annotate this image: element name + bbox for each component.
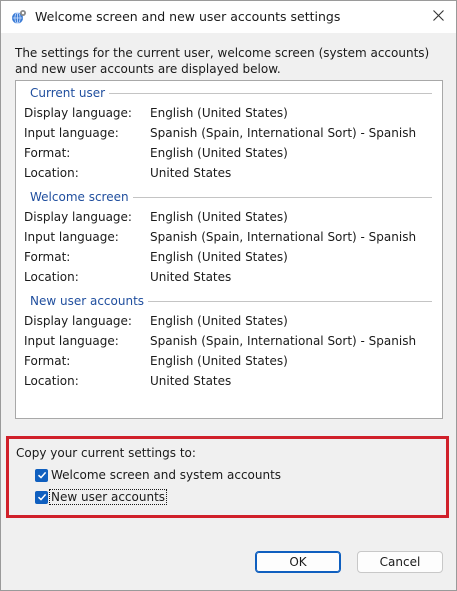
setting-value: Spanish (Spain, International Sort) - Sp… xyxy=(150,334,417,348)
welcome-screen-checkbox[interactable] xyxy=(35,468,48,482)
welcome-screen-checkbox-row[interactable]: Welcome screen and system accounts xyxy=(35,467,282,483)
setting-label: Display language: xyxy=(24,210,132,224)
checkmark-icon xyxy=(37,471,46,479)
new-user-accounts-checkbox-row[interactable]: New user accounts xyxy=(35,489,168,505)
setting-value: English (United States) xyxy=(150,314,288,328)
globe-gear-icon xyxy=(11,9,27,25)
setting-row: Location: United States xyxy=(24,270,434,286)
copy-settings-label: Copy your current settings to: xyxy=(16,446,196,460)
setting-label: Location: xyxy=(24,270,79,284)
setting-row: Location: United States xyxy=(24,374,434,390)
setting-row: Display language: English (United States… xyxy=(24,106,434,122)
setting-label: Display language: xyxy=(24,314,132,328)
setting-value: English (United States) xyxy=(150,354,288,368)
setting-value: United States xyxy=(150,166,232,180)
group-title: Welcome screen xyxy=(30,190,129,204)
welcome-screen-checkbox-label[interactable]: Welcome screen and system accounts xyxy=(50,468,282,482)
setting-row: Display language: English (United States… xyxy=(24,210,434,226)
close-icon xyxy=(432,10,444,24)
setting-value: English (United States) xyxy=(150,210,288,224)
setting-value: English (United States) xyxy=(150,250,288,264)
new-user-accounts-checkbox-label[interactable]: New user accounts xyxy=(48,489,168,505)
window-title: Welcome screen and new user accounts set… xyxy=(35,9,341,24)
setting-row: Input language: Spanish (Spain, Internat… xyxy=(24,230,434,246)
setting-row: Display language: English (United States… xyxy=(24,314,434,330)
group-title: Current user xyxy=(30,86,106,100)
setting-row: Format: English (United States) xyxy=(24,354,434,370)
setting-value: English (United States) xyxy=(150,146,288,160)
setting-label: Location: xyxy=(24,166,79,180)
setting-label: Input language: xyxy=(24,230,119,244)
setting-row: Location: United States xyxy=(24,166,434,182)
setting-value: United States xyxy=(150,270,232,284)
close-button[interactable] xyxy=(423,4,453,30)
setting-label: Input language: xyxy=(24,126,119,140)
group-divider xyxy=(132,197,432,198)
setting-row: Input language: Spanish (Spain, Internat… xyxy=(24,334,434,350)
setting-label: Format: xyxy=(24,354,71,368)
new-user-accounts-checkbox[interactable] xyxy=(35,490,48,504)
setting-value: English (United States) xyxy=(150,106,288,120)
title-bar: Welcome screen and new user accounts set… xyxy=(1,1,456,33)
settings-dialog: Welcome screen and new user accounts set… xyxy=(0,0,457,591)
group-divider xyxy=(148,301,432,302)
group-header-welcome-screen: Welcome screen xyxy=(30,189,432,205)
settings-list[interactable]: Current user Display language: English (… xyxy=(15,80,443,419)
setting-label: Format: xyxy=(24,146,71,160)
setting-label: Display language: xyxy=(24,106,132,120)
setting-label: Location: xyxy=(24,374,79,388)
setting-value: Spanish (Spain, International Sort) - Sp… xyxy=(150,230,417,244)
setting-value: Spanish (Spain, International Sort) - Sp… xyxy=(150,126,417,140)
group-header-new-user-accounts: New user accounts xyxy=(30,293,432,309)
setting-row: Input language: Spanish (Spain, Internat… xyxy=(24,126,434,142)
setting-value: United States xyxy=(150,374,232,388)
setting-row: Format: English (United States) xyxy=(24,250,434,266)
group-title: New user accounts xyxy=(30,294,145,308)
cancel-button[interactable]: Cancel xyxy=(357,551,443,573)
intro-text: The settings for the current user, welco… xyxy=(15,46,430,76)
setting-label: Format: xyxy=(24,250,71,264)
setting-row: Format: English (United States) xyxy=(24,146,434,162)
checkmark-icon xyxy=(37,493,46,501)
group-header-current-user: Current user xyxy=(30,85,432,101)
ok-button[interactable]: OK xyxy=(255,551,341,573)
setting-label: Input language: xyxy=(24,334,119,348)
group-divider xyxy=(109,93,432,94)
